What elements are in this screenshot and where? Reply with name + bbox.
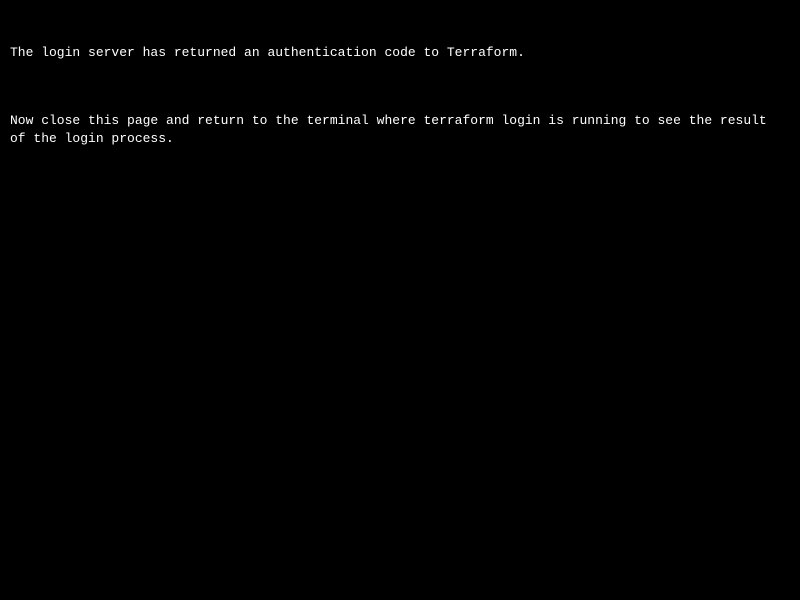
auth-callback-message: The login server has returned an authent… [10, 8, 790, 167]
auth-success-line: The login server has returned an authent… [10, 44, 790, 62]
auth-instruction-line: Now close this page and return to the te… [10, 112, 790, 148]
